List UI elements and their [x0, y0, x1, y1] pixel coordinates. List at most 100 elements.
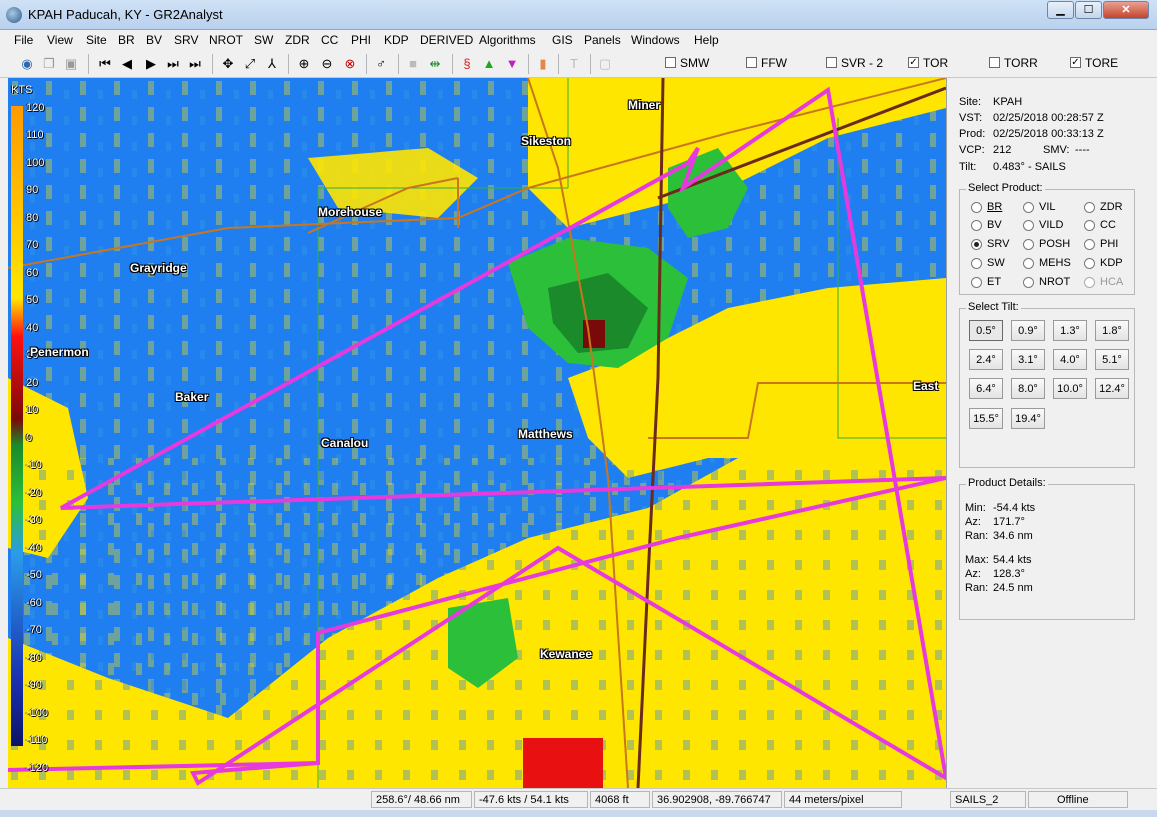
- menu-kdp[interactable]: KDP: [384, 33, 409, 47]
- next-frame-icon[interactable]: ⏭: [164, 55, 182, 73]
- svr-checkbox[interactable]: [826, 57, 837, 68]
- tore-checkbox[interactable]: ✓: [1070, 57, 1081, 68]
- up-triangle-icon[interactable]: ▲: [480, 55, 498, 73]
- tilt-button-15.5[interactable]: 15.5°: [969, 408, 1003, 429]
- storm-icon[interactable]: §: [458, 55, 476, 73]
- color-scale-bar: [11, 106, 23, 746]
- product-radio-vil[interactable]: [1023, 202, 1034, 213]
- scale-tick: -90: [26, 679, 42, 691]
- minimize-button[interactable]: ▁: [1047, 1, 1074, 19]
- min-az-label: Az:: [965, 516, 981, 528]
- tilt-button-1.3[interactable]: 1.3°: [1053, 320, 1087, 341]
- tilt-button-6.4[interactable]: 6.4°: [969, 378, 1003, 399]
- product-radio-srv[interactable]: [971, 239, 982, 250]
- paste-icon[interactable]: ▣: [62, 55, 80, 73]
- zoom-reset-icon[interactable]: ⊗: [341, 55, 359, 73]
- ffw-label: FFW: [761, 56, 787, 70]
- scale-tick: -30: [26, 514, 42, 526]
- place-label-matthews: Matthews: [518, 427, 573, 441]
- text-icon[interactable]: T: [565, 55, 583, 73]
- menu-help[interactable]: Help: [694, 33, 719, 47]
- tilt-button-8.0[interactable]: 8.0°: [1011, 378, 1045, 399]
- menu-gis[interactable]: GIS: [552, 33, 573, 47]
- product-radio-kdp[interactable]: [1084, 258, 1095, 269]
- select-tilt-title: Select Tilt:: [966, 301, 1021, 313]
- cross-section-icon[interactable]: ⅄: [263, 55, 281, 73]
- product-radio-cc[interactable]: [1084, 220, 1095, 231]
- zoom-out-icon[interactable]: ⊖: [318, 55, 336, 73]
- product-radio-nrot[interactable]: [1023, 277, 1034, 288]
- menu-view[interactable]: View: [47, 33, 73, 47]
- prev-frame-icon[interactable]: ◀: [118, 55, 136, 73]
- product-radio-br[interactable]: [971, 202, 982, 213]
- menu-bv[interactable]: BV: [146, 33, 162, 47]
- status-height: 4068 ft: [590, 791, 650, 808]
- toolbar-separator: [558, 54, 559, 74]
- tor-checkbox[interactable]: ✓: [908, 57, 919, 68]
- tilt-button-3.1[interactable]: 3.1°: [1011, 349, 1045, 370]
- scale-tick: 120: [26, 102, 45, 114]
- radar-map[interactable]: KTS 120 110 100 90 80 70 60 50 40 30 20 …: [8, 78, 946, 788]
- copy-icon[interactable]: ❐: [40, 55, 58, 73]
- ffw-checkbox[interactable]: [746, 57, 757, 68]
- globe-icon[interactable]: ◉: [18, 55, 36, 73]
- pan-icon[interactable]: ✥: [219, 55, 237, 73]
- status-velocity: -47.6 kts / 54.1 kts: [474, 791, 588, 808]
- maximize-button[interactable]: ☐: [1075, 1, 1102, 19]
- product-radio-bv[interactable]: [971, 220, 982, 231]
- product-radio-vild[interactable]: [1023, 220, 1034, 231]
- menu-file[interactable]: File: [14, 33, 33, 47]
- tilt-button-2.4[interactable]: 2.4°: [969, 349, 1003, 370]
- tilt-button-10.0[interactable]: 10.0°: [1053, 378, 1087, 399]
- toolbar-separator: [452, 54, 453, 74]
- min-label: Min:: [965, 502, 986, 514]
- menu-windows[interactable]: Windows: [631, 33, 680, 47]
- menu-nrot[interactable]: NROT: [209, 33, 243, 47]
- menu-algorithms[interactable]: Algorithms: [479, 33, 536, 47]
- layer-icon[interactable]: ▢: [596, 55, 614, 73]
- place-label-grayridge: Grayridge: [130, 261, 187, 275]
- menu-phi[interactable]: PHI: [351, 33, 371, 47]
- zoom-in-icon[interactable]: ⊕: [295, 55, 313, 73]
- play-icon[interactable]: ▶: [142, 55, 160, 73]
- scale-tick: 0: [26, 432, 33, 444]
- product-radio-mehs[interactable]: [1023, 258, 1034, 269]
- menu-br[interactable]: BR: [118, 33, 135, 47]
- probe-icon[interactable]: ♂: [372, 55, 390, 73]
- tilt-button-1.8[interactable]: 1.8°: [1095, 320, 1129, 341]
- menu-site[interactable]: Site: [86, 33, 107, 47]
- smw-checkbox[interactable]: [665, 57, 676, 68]
- measure-icon[interactable]: ⤢: [241, 55, 259, 73]
- tilt-button-4.0[interactable]: 4.0°: [1053, 349, 1087, 370]
- menu-srv[interactable]: SRV: [174, 33, 198, 47]
- last-frame-icon[interactable]: ⏭: [186, 55, 204, 73]
- place-label-miner: Miner: [628, 98, 661, 112]
- down-triangle-icon[interactable]: ▼: [503, 55, 521, 73]
- product-label-srv: SRV: [987, 238, 1010, 250]
- product-radio-posh[interactable]: [1023, 239, 1034, 250]
- torr-checkbox[interactable]: [989, 57, 1000, 68]
- menu-derived[interactable]: DERIVED: [420, 33, 473, 47]
- product-radio-et[interactable]: [971, 277, 982, 288]
- product-radio-phi[interactable]: [1084, 239, 1095, 250]
- first-frame-icon[interactable]: ⏮: [96, 55, 114, 73]
- scale-tick: 60: [26, 267, 39, 279]
- tilt-button-0.9[interactable]: 0.9°: [1011, 320, 1045, 341]
- tilt-button-12.4[interactable]: 12.4°: [1095, 378, 1129, 399]
- stop-icon[interactable]: ■: [404, 55, 422, 73]
- marker-icon[interactable]: ▮: [534, 55, 552, 73]
- vcp-label: VCP:: [959, 144, 985, 156]
- tilt-button-19.4[interactable]: 19.4°: [1011, 408, 1045, 429]
- tilt-button-5.1[interactable]: 5.1°: [1095, 349, 1129, 370]
- menu-zdr[interactable]: ZDR: [285, 33, 310, 47]
- loop-icon[interactable]: ⇹: [426, 55, 444, 73]
- menu-panels[interactable]: Panels: [584, 33, 621, 47]
- torr-label: TORR: [1004, 56, 1038, 70]
- menu-sw[interactable]: SW: [254, 33, 273, 47]
- close-button[interactable]: ✕: [1103, 1, 1149, 19]
- menu-cc[interactable]: CC: [321, 33, 338, 47]
- tor-label: TOR: [923, 56, 949, 70]
- product-radio-sw[interactable]: [971, 258, 982, 269]
- product-radio-zdr[interactable]: [1084, 202, 1095, 213]
- tilt-button-0.5[interactable]: 0.5°: [969, 320, 1003, 341]
